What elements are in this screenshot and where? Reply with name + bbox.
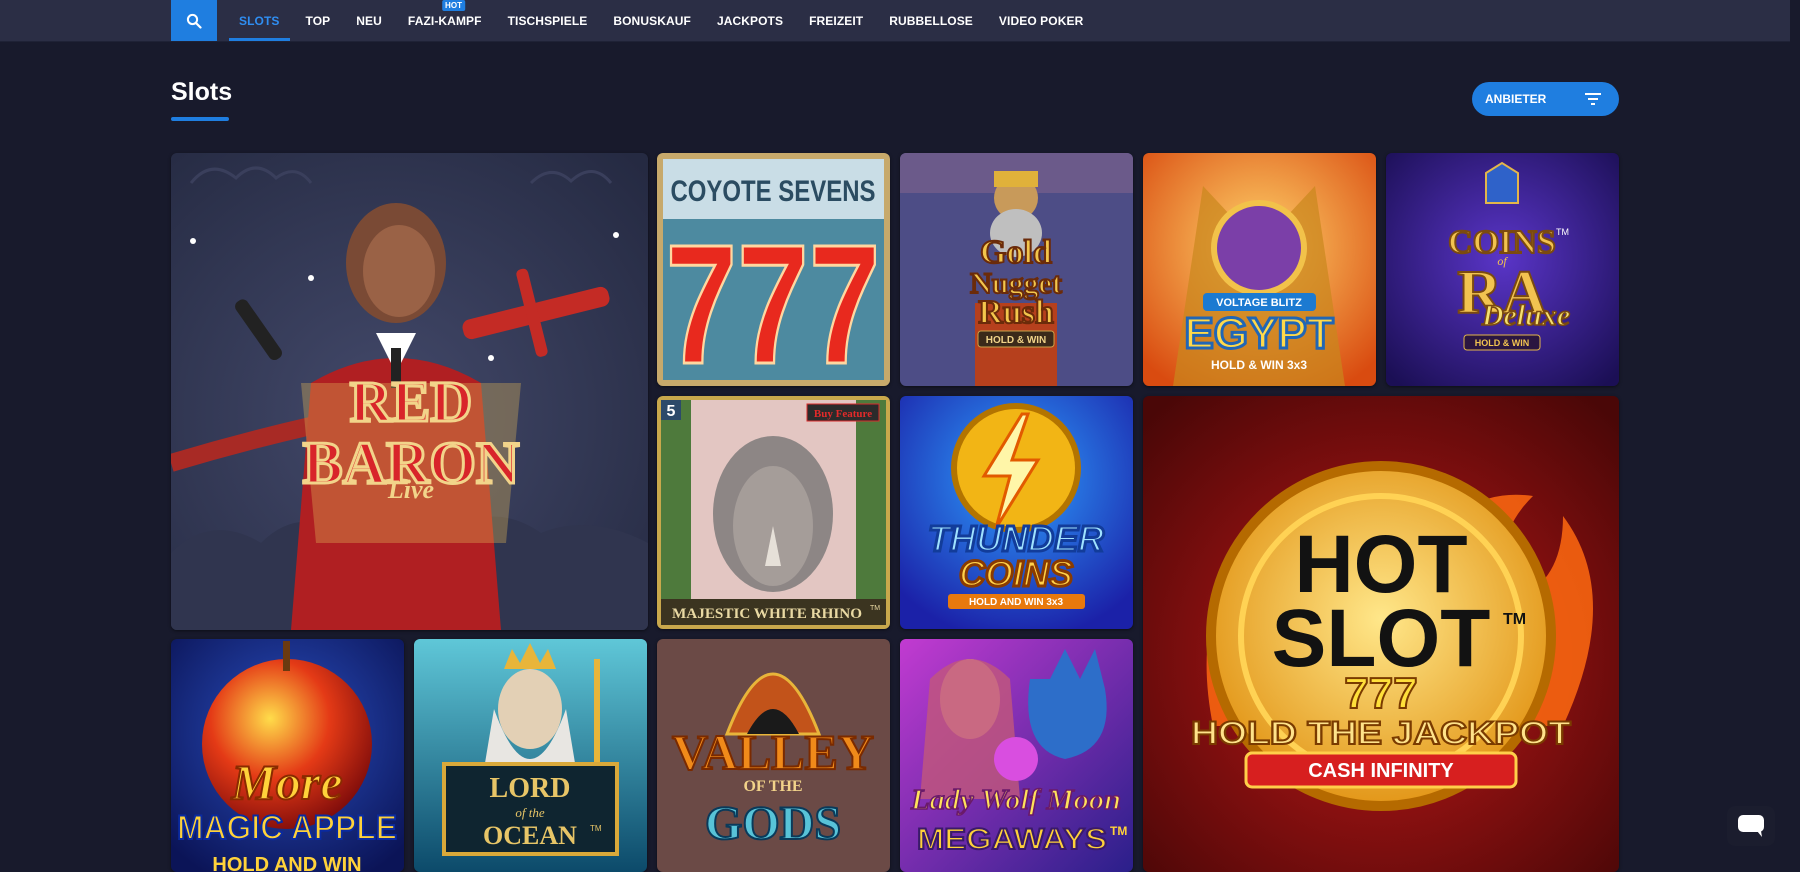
lord-ocean-tm: TM: [590, 824, 602, 833]
gold-nugget-subtitle: HOLD & WIN: [986, 335, 1047, 346]
game-tile-egypt[interactable]: VOLTAGE BLITZ EGYPT HOLD & WIN 3x3: [1143, 153, 1376, 386]
coyote-title: COYOTE SEVENS: [671, 175, 876, 208]
tab-bonuskauf[interactable]: BONUSKAUF: [603, 0, 701, 41]
white-rhino-artwork: 5 Buy Feature MAJESTIC WHITE RHINO TM: [657, 396, 890, 629]
game-tile-gold-nugget-rush[interactable]: Gold Nugget Rush HOLD & WIN: [900, 153, 1133, 386]
magic-apple-title-line2: MAGIC APPLE: [177, 809, 397, 847]
gold-nugget-artwork: Gold Nugget Rush HOLD & WIN: [900, 153, 1133, 386]
coins-of-ra-artwork: COINS TM of RA Deluxe HOLD & WIN: [1386, 153, 1619, 386]
thunder-coins-artwork: THUNDER COINS HOLD AND WIN 3x3: [900, 396, 1133, 629]
lord-ocean-title-line3: OCEAN: [483, 821, 577, 850]
coyote-sevens-number: 777: [666, 210, 881, 386]
filter-icon: [1585, 93, 1601, 105]
valley-title-line2: OF THE: [743, 778, 802, 795]
tab-rubbellose[interactable]: RUBBELLOSE: [879, 0, 983, 41]
coins-of-ra-title-line3: Deluxe: [1481, 299, 1570, 332]
magic-apple-title-line1: More: [230, 754, 342, 810]
gold-nugget-title-line3: Rush: [978, 294, 1054, 331]
game-tile-coins-of-ra[interactable]: COINS TM of RA Deluxe HOLD & WIN: [1386, 153, 1619, 386]
lady-wolf-title: Lady Wolf Moon: [910, 785, 1121, 816]
red-baron-artwork: RED BARON Live: [171, 153, 648, 630]
egypt-title: EGYPT: [1184, 309, 1333, 358]
thunder-coins-title-line2: COINS: [959, 553, 1073, 594]
game-tile-lord-of-the-ocean[interactable]: LORD of the OCEAN TM: [414, 639, 647, 872]
hot-slot-tm: TM: [1503, 611, 1526, 628]
game-tile-coyote-sevens[interactable]: COYOTE SEVENS 777: [657, 153, 890, 386]
valley-title-line1: VALLEY: [672, 724, 874, 780]
game-tile-red-baron[interactable]: RED BARON Live: [171, 153, 648, 630]
game-tile-hot-slot[interactable]: HOT SLOT TM 777 HOLD THE JACKPOT CASH IN…: [1143, 396, 1619, 872]
lord-ocean-title-line1: LORD: [490, 773, 571, 804]
tab-fazi-kampf[interactable]: FAZI-KAMPF HOT: [398, 0, 492, 41]
hot-slot-artwork: HOT SLOT TM 777 HOLD THE JACKPOT CASH IN…: [1143, 396, 1619, 872]
hot-badge: HOT: [441, 0, 466, 11]
page-title: Slots: [171, 78, 233, 106]
tab-jackpots[interactable]: JACKPOTS: [707, 0, 793, 41]
egypt-subtitle-top: VOLTAGE BLITZ: [1216, 297, 1302, 309]
magic-apple-artwork: More MAGIC APPLE HOLD AND WIN: [171, 639, 404, 872]
magic-apple-subtitle: HOLD AND WIN: [212, 854, 361, 872]
tab-slots[interactable]: SLOTS: [229, 0, 290, 41]
red-baron-title-line3: Live: [387, 475, 434, 504]
egypt-subtitle-bottom: HOLD & WIN 3x3: [1211, 358, 1307, 372]
tab-tischspiele[interactable]: TISCHSPIELE: [498, 0, 598, 41]
lord-ocean-title-line2: of the: [515, 805, 544, 820]
buy-feature-badge: Buy Feature: [814, 408, 872, 420]
valley-title-line3: GODS: [705, 797, 841, 850]
white-rhino-corner-number: 5: [667, 403, 676, 420]
hot-slot-sevens: 777: [1344, 669, 1417, 718]
game-tile-lady-wolf-moon[interactable]: Lady Wolf Moon MEGAWAYS TM: [900, 639, 1133, 872]
tab-neu[interactable]: NEU: [346, 0, 392, 41]
white-rhino-title: MAJESTIC WHITE RHINO: [672, 606, 862, 622]
hot-slot-cash-infinity: CASH INFINITY: [1308, 760, 1454, 782]
tab-top[interactable]: TOP: [296, 0, 341, 41]
coins-of-ra-tm: TM: [1556, 227, 1569, 237]
game-tile-valley-of-the-gods[interactable]: VALLEY OF THE GODS: [657, 639, 890, 872]
lord-of-the-ocean-artwork: LORD of the OCEAN TM: [414, 639, 647, 872]
game-tile-thunder-coins[interactable]: THUNDER COINS HOLD AND WIN 3x3: [900, 396, 1133, 629]
lady-wolf-tm: TM: [1110, 824, 1127, 838]
white-rhino-tm: TM: [870, 605, 880, 612]
red-baron-title-line1: RED: [350, 369, 472, 434]
game-tile-magic-apple[interactable]: More MAGIC APPLE HOLD AND WIN: [171, 639, 404, 872]
lady-wolf-moon-artwork: Lady Wolf Moon MEGAWAYS TM: [900, 639, 1133, 872]
title-underline: [171, 117, 229, 121]
hot-slot-subtitle: HOLD THE JACKPOT: [1191, 715, 1572, 751]
tab-video-poker[interactable]: VIDEO POKER: [989, 0, 1093, 41]
valley-of-the-gods-artwork: VALLEY OF THE GODS: [657, 639, 890, 872]
chat-icon: [1738, 815, 1764, 837]
chat-button[interactable]: [1727, 806, 1775, 846]
top-navigation: SLOTS TOP NEU FAZI-KAMPF HOT TISCHSPIELE…: [0, 0, 1790, 41]
provider-filter-button[interactable]: ANBIETER: [1472, 82, 1619, 116]
coyote-sevens-artwork: COYOTE SEVENS 777: [657, 153, 890, 386]
tab-freizeit[interactable]: FREIZEIT: [799, 0, 873, 41]
search-icon: [186, 13, 202, 29]
thunder-coins-subtitle: HOLD AND WIN 3x3: [969, 597, 1064, 608]
lady-wolf-megaways: MEGAWAYS: [917, 823, 1107, 856]
gold-nugget-title-line1: Gold: [980, 234, 1052, 271]
coins-of-ra-subtitle: HOLD & WIN: [1475, 338, 1530, 348]
game-tile-white-rhino[interactable]: 5 Buy Feature MAJESTIC WHITE RHINO TM: [657, 396, 890, 629]
search-button[interactable]: [171, 0, 217, 41]
provider-filter-label: ANBIETER: [1485, 92, 1547, 106]
egypt-artwork: VOLTAGE BLITZ EGYPT HOLD & WIN 3x3: [1143, 153, 1376, 386]
category-tabs: SLOTS TOP NEU FAZI-KAMPF HOT TISCHSPIELE…: [229, 0, 1099, 41]
